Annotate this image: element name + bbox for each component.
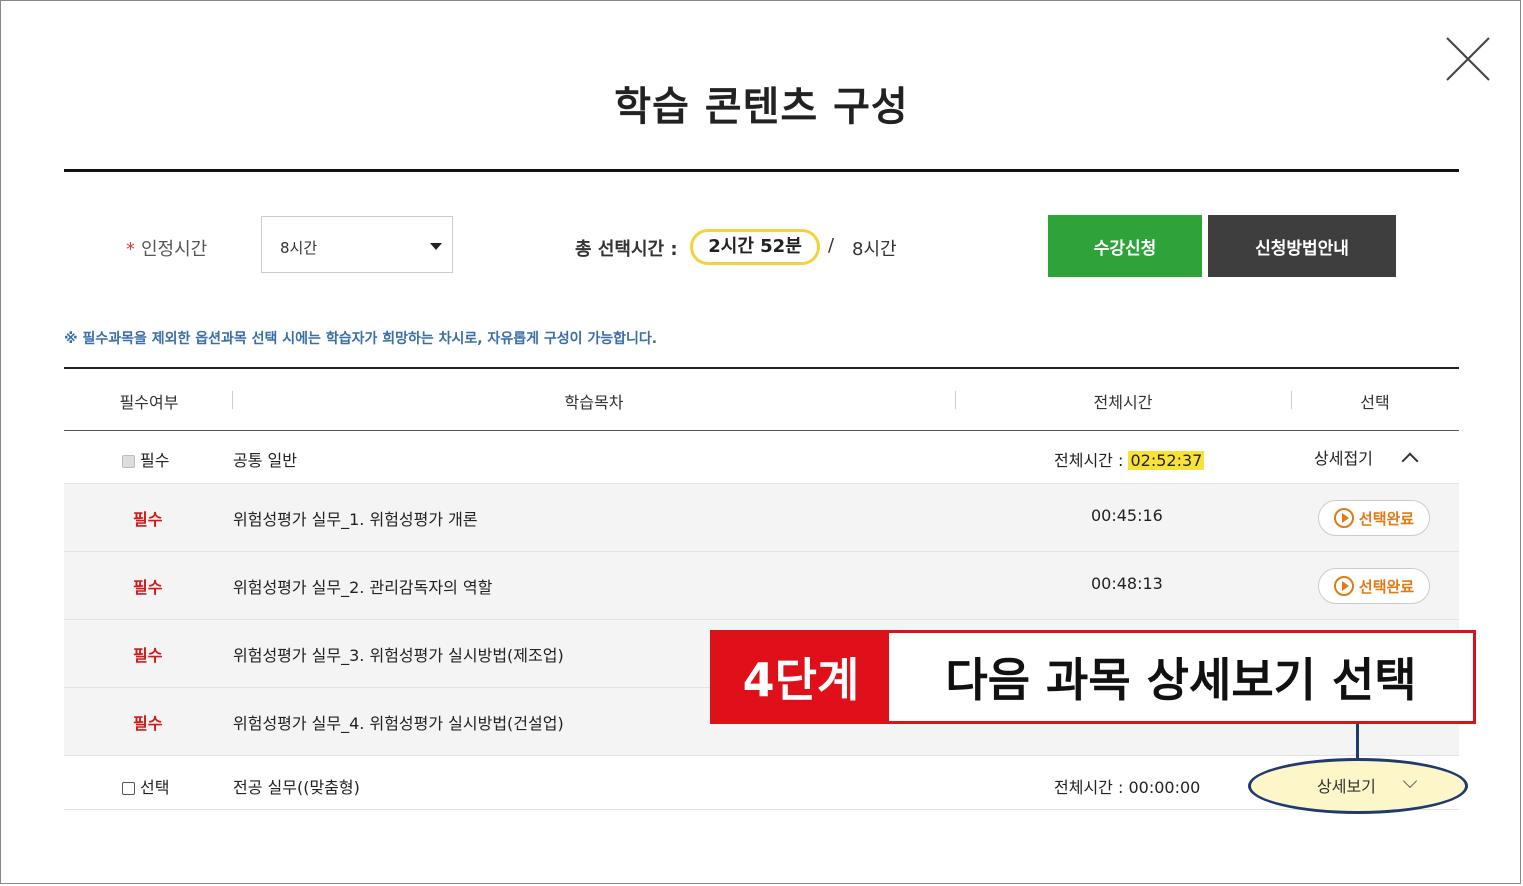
lesson-time: 00:48:13 — [1091, 574, 1163, 593]
th-select: 선택 — [1360, 393, 1390, 412]
group-time: 전체시간 : 02:52:37 — [1054, 447, 1205, 471]
group-name: 공통 일반 — [233, 451, 297, 470]
group-time-label: 전체시간 : — [1054, 778, 1124, 797]
table-row: 필수 위험성평가 실무_2. 관리감독자의 역할 00:48:13 선택완료 — [64, 552, 1459, 620]
group-required-cell: 필수 — [122, 447, 169, 471]
step-message: 다음 과목 상세보기 선택 — [945, 653, 1417, 707]
total-slash: / — [828, 235, 835, 256]
chevron-down-icon — [1402, 773, 1418, 789]
lesson-title: 위험성평가 실무_4. 위험성평가 실시방법(건설업) — [233, 714, 564, 733]
lesson-required: 필수 — [133, 714, 163, 733]
th-required: 필수여부 — [119, 393, 179, 412]
play-circle-icon — [1333, 576, 1354, 596]
cert-time-label-wrap: * 인정시간 — [126, 235, 207, 261]
checkbox-disabled — [122, 455, 135, 468]
apply-button[interactable]: 수강신청 — [1048, 215, 1202, 277]
cert-time-select-value: 8시간 — [280, 239, 318, 257]
lesson-required: 필수 — [133, 646, 163, 665]
lesson-title: 위험성평가 실무_2. 관리감독자의 역할 — [233, 578, 493, 597]
lesson-required: 필수 — [133, 578, 163, 597]
select-done-button[interactable]: 선택완료 — [1318, 500, 1430, 536]
total-time-value: 2시간 52분 — [690, 229, 820, 265]
guide-button[interactable]: 신청방법안내 — [1208, 215, 1396, 277]
caret-down-icon — [430, 243, 442, 250]
cert-time-select[interactable]: 8시간 — [261, 216, 453, 273]
group-time: 전체시간 : 00:00:00 — [1054, 774, 1200, 798]
group-name: 전공 실무((맞춤형) — [233, 778, 360, 797]
collapse-toggle[interactable]: 상세접기 — [1314, 445, 1373, 469]
lesson-title: 위험성평가 실무_1. 위험성평가 개론 — [233, 510, 478, 529]
expand-toggle-label: 상세보기 — [1317, 777, 1376, 796]
group-type: 선택 — [140, 778, 170, 797]
table-top-rule — [64, 367, 1459, 369]
th-time: 전체시간 — [1093, 393, 1153, 412]
group-row-common: 필수 공통 일반 전체시간 : 02:52:37 상세접기 — [64, 431, 1459, 484]
group-time-label: 전체시간 : — [1054, 451, 1124, 470]
group-time-value: 02:52:37 — [1128, 451, 1205, 470]
lesson-title: 위험성평가 실무_3. 위험성평가 실시방법(제조업) — [233, 646, 564, 665]
group-time-value: 00:00:00 — [1128, 778, 1201, 797]
play-circle-icon — [1333, 508, 1354, 528]
notice-text: ※ 필수과목을 제외한 옵션과목 선택 시에는 학습자가 희망하는 차시로, 자… — [64, 331, 658, 347]
group-type: 필수 — [140, 451, 170, 470]
group-optional-cell[interactable]: 선택 — [122, 774, 169, 798]
annotation-connector — [1356, 724, 1359, 760]
select-done-label: 선택완료 — [1358, 577, 1415, 596]
required-star: * — [126, 239, 135, 260]
select-done-button[interactable]: 선택완료 — [1318, 568, 1430, 604]
lesson-required: 필수 — [133, 510, 163, 529]
checkbox-optional[interactable] — [122, 782, 135, 795]
step-annotation: 4단계 다음 과목 상세보기 선택 — [710, 630, 1476, 724]
th-lesson: 학습목차 — [564, 393, 624, 412]
table-row: 필수 위험성평가 실무_1. 위험성평가 개론 00:45:16 선택완료 — [64, 484, 1459, 552]
collapse-toggle-label: 상세접기 — [1314, 449, 1373, 468]
step-label: 4단계 — [713, 633, 889, 721]
dialog-title: 학습 콘텐츠 구성 — [614, 84, 909, 130]
select-done-label: 선택완료 — [1358, 509, 1415, 528]
total-time-label: 총 선택시간 : — [575, 239, 678, 260]
expand-toggle[interactable]: 상세보기 — [1248, 758, 1468, 814]
total-time-max: 8시간 — [852, 239, 897, 260]
cert-time-label: 인정시간 — [141, 239, 208, 260]
title-divider — [64, 169, 1459, 172]
lesson-time: 00:45:16 — [1091, 506, 1163, 525]
chevron-up-icon[interactable] — [1401, 452, 1419, 470]
